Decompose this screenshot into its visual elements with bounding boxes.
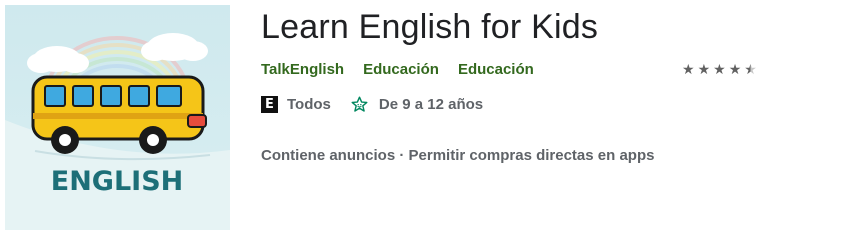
star-icon: ★	[697, 61, 711, 77]
app-title: Learn English for Kids	[261, 8, 599, 46]
category-link-primary[interactable]: Educación	[363, 61, 439, 78]
family-star-icon	[350, 95, 369, 114]
app-features: Contiene anuncios · Permitir compras dir…	[261, 147, 654, 164]
esrb-everyone-icon: E	[261, 96, 278, 113]
content-rating-label[interactable]: Todos	[287, 96, 331, 113]
star-icon: ★	[713, 61, 726, 77]
star-icon: ★	[728, 61, 742, 77]
star-rating: ★ ★ ★ ★ ★	[682, 61, 757, 77]
contains-ads-label: Contiene anuncios	[261, 147, 396, 164]
app-icon: ENGLISH	[5, 5, 230, 230]
family-age-label[interactable]: De 9 a 12 años	[379, 96, 483, 113]
content-badges: E Todos De 9 a 12 años	[261, 95, 483, 114]
school-bus-app-icon: ENGLISH	[5, 5, 230, 230]
half-star-icon: ★	[744, 61, 757, 77]
developer-link[interactable]: TalkEnglish	[261, 61, 344, 78]
in-app-purchases-label: Permitir compras directas en apps	[408, 147, 655, 164]
meta-links: TalkEnglish Educación Educación	[261, 61, 534, 78]
category-link-secondary[interactable]: Educación	[458, 61, 534, 78]
star-icon: ★	[682, 61, 695, 77]
app-icon-label: ENGLISH	[51, 166, 184, 197]
features-separator: ·	[395, 147, 409, 164]
